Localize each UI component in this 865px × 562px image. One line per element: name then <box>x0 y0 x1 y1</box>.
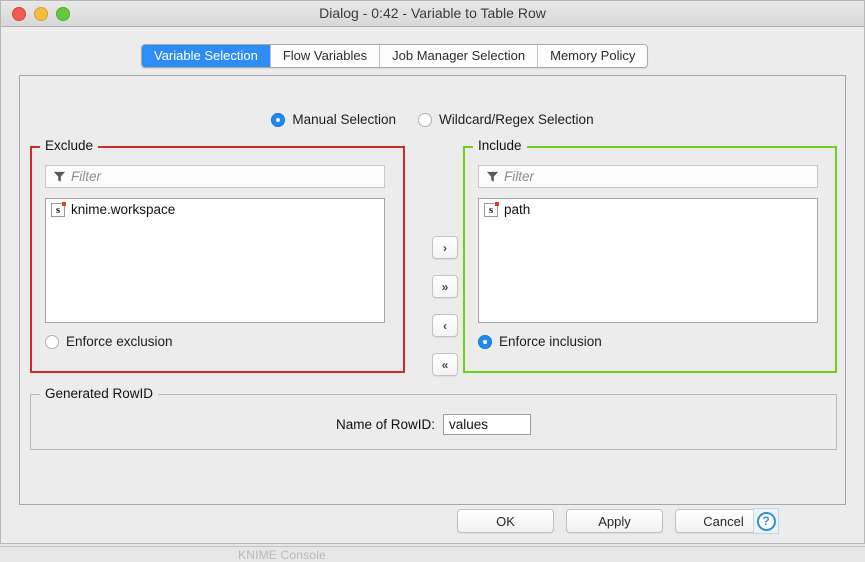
include-filter-placeholder: Filter <box>504 169 534 184</box>
title-bar: Dialog - 0:42 - Variable to Table Row <box>1 1 864 27</box>
tab-job-manager-selection[interactable]: Job Manager Selection <box>380 45 539 67</box>
exclude-group-title: Exclude <box>40 138 99 153</box>
exclude-group: Exclude Filter s knime.workspace Enforce <box>30 138 405 373</box>
enforce-exclusion-indicator <box>45 334 59 349</box>
help-button[interactable]: ? <box>753 508 779 534</box>
rowid-name-label: Name of RowID: <box>335 417 436 432</box>
filter-icon <box>486 171 499 182</box>
enforce-exclusion-label: Enforce exclusion <box>66 334 173 349</box>
radio-manual-selection-indicator <box>271 112 286 127</box>
exclude-filter-input[interactable]: Filter <box>45 165 385 188</box>
background-divider <box>0 546 865 547</box>
string-variable-icon: s <box>51 201 66 217</box>
exclude-list[interactable]: s knime.workspace <box>45 198 385 323</box>
include-list[interactable]: s path <box>478 198 818 323</box>
generated-rowid-group: Generated RowID Name of RowID: values <box>30 386 837 450</box>
move-right-button[interactable]: › <box>432 236 458 259</box>
apply-button[interactable]: Apply <box>566 509 663 533</box>
move-all-right-button[interactable]: » <box>432 275 458 298</box>
radio-wildcard-regex-selection-label: Wildcard/Regex Selection <box>439 112 594 127</box>
ok-button[interactable]: OK <box>457 509 554 533</box>
list-item-label: path <box>504 202 531 217</box>
move-left-button[interactable]: ‹ <box>432 314 458 337</box>
dialog-content: Variable Selection Flow Variables Job Ma… <box>1 27 864 543</box>
list-item-label: knime.workspace <box>71 202 176 217</box>
window-title: Dialog - 0:42 - Variable to Table Row <box>319 5 546 21</box>
background-console-label: KNIME Console <box>238 548 326 562</box>
exclude-filter-placeholder: Filter <box>71 169 101 184</box>
enforce-inclusion-radio[interactable]: Enforce inclusion <box>478 334 602 349</box>
enforce-exclusion-radio[interactable]: Enforce exclusion <box>45 334 173 349</box>
radio-manual-selection[interactable]: Manual Selection <box>271 112 396 127</box>
move-all-left-button[interactable]: « <box>432 353 458 376</box>
include-group: Include Filter s path Enforce inclusion <box>463 138 837 373</box>
string-variable-icon: s <box>484 201 499 217</box>
list-item[interactable]: s path <box>479 199 817 220</box>
dialog-window: Dialog - 0:42 - Variable to Table Row Va… <box>0 0 865 544</box>
include-filter-input[interactable]: Filter <box>478 165 818 188</box>
tab-variable-selection[interactable]: Variable Selection <box>142 45 271 67</box>
generated-rowid-row: Name of RowID: values <box>30 414 837 435</box>
filter-icon <box>53 171 66 182</box>
dialog-button-row: OK Apply Cancel <box>1 509 864 533</box>
rowid-name-input[interactable]: values <box>443 414 532 435</box>
enforce-inclusion-indicator <box>478 334 492 349</box>
enforce-inclusion-label: Enforce inclusion <box>499 334 602 349</box>
generated-rowid-title: Generated RowID <box>40 386 159 401</box>
transfer-button-group: › » ‹ « <box>432 236 458 376</box>
variable-selection-panel: Manual Selection Wildcard/Regex Selectio… <box>19 75 846 505</box>
radio-wildcard-regex-selection[interactable]: Wildcard/Regex Selection <box>418 112 594 127</box>
tab-flow-variables[interactable]: Flow Variables <box>270 45 381 67</box>
list-item[interactable]: s knime.workspace <box>46 199 384 220</box>
tab-memory-policy[interactable]: Memory Policy <box>538 45 648 67</box>
help-icon: ? <box>756 511 776 531</box>
radio-wildcard-regex-selection-indicator <box>418 112 432 127</box>
radio-manual-selection-label: Manual Selection <box>292 112 396 127</box>
include-group-title: Include <box>473 138 527 153</box>
selection-mode-group: Manual Selection Wildcard/Regex Selectio… <box>20 112 845 127</box>
tab-strip: Variable Selection Flow Variables Job Ma… <box>141 44 649 68</box>
